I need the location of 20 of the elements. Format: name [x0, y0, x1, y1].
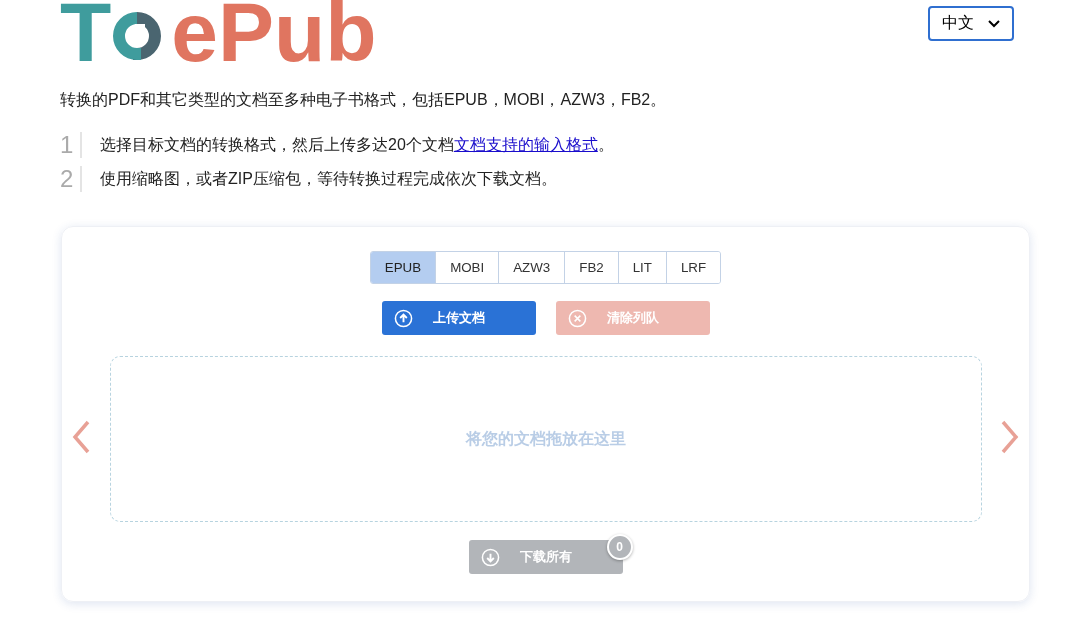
format-tab[interactable]: EPUB [370, 252, 436, 283]
logo-text: ePub [171, 0, 377, 70]
step-number: 1 [60, 132, 82, 158]
logo-text: T [60, 0, 112, 70]
next-button[interactable] [999, 419, 1021, 455]
count-badge: 0 [606, 534, 633, 560]
step-text: 选择目标文档的转换格式，然后上传多达20个文档文档支持的输入格式。 [100, 134, 614, 155]
upload-icon [393, 308, 413, 328]
language-select[interactable]: 中文 [928, 6, 1014, 41]
chevron-down-icon [988, 19, 1000, 28]
intro-text: 转换的PDF和其它类型的文档至多种电子书格式，包括EPUB，MOBI，AZW3，FB2。 [60, 90, 668, 110]
upload-button[interactable]: 上传文档 [381, 301, 536, 335]
clear-icon [567, 308, 587, 328]
input-formats-link[interactable]: 文档支持的输入格式 [453, 135, 598, 153]
previous-button[interactable] [70, 419, 92, 455]
drop-zone-hint: 将您的文档拖放在这里 [465, 428, 626, 449]
step-number: 2 [60, 166, 82, 192]
download-icon [480, 547, 500, 567]
step-text: 使用缩略图，或者ZIP压缩包，等待转换过程完成依次下载文档。 [100, 168, 557, 189]
format-tab[interactable]: LRF [665, 252, 721, 283]
